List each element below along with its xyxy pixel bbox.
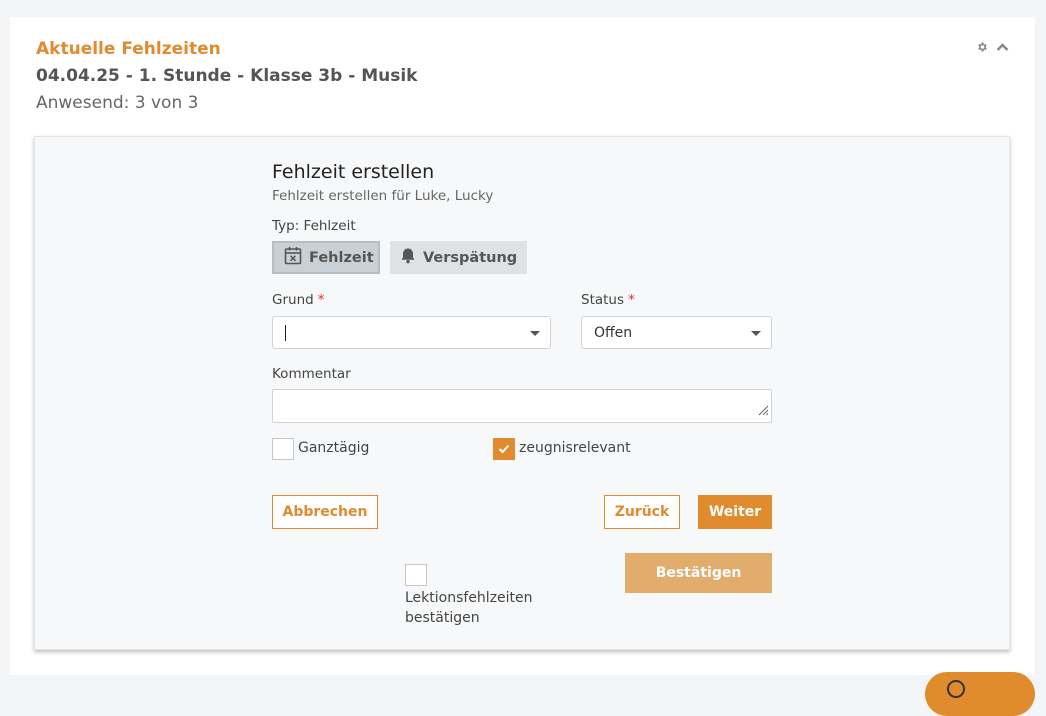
chevron-down-icon	[751, 331, 761, 336]
type-label: Typ: Fehlzeit	[272, 218, 356, 234]
kommentar-textarea[interactable]	[272, 389, 772, 423]
status-value: Offen	[594, 325, 633, 341]
form-title: Fehlzeit erstellen	[272, 161, 435, 183]
type-verspaetung-button[interactable]: Verspätung	[390, 241, 527, 274]
help-chat-button[interactable]	[925, 672, 1035, 716]
form-subtitle: Fehlzeit erstellen für Luke, Lucky	[272, 188, 494, 204]
ganztaegig-label: Ganztägig	[298, 440, 370, 456]
grund-label: Grund *	[272, 292, 325, 308]
zeugnisrelevant-checkbox[interactable]	[493, 438, 515, 460]
card-header-actions	[976, 41, 1009, 53]
type-fehlzeit-label: Fehlzeit	[309, 249, 374, 266]
calendar-x-icon	[284, 246, 302, 269]
confirm-button[interactable]: Bestätigen	[625, 553, 772, 593]
gear-icon[interactable]	[976, 41, 988, 53]
create-absence-panel: Fehlzeit erstellen Fehlzeit erstellen fü…	[34, 136, 1010, 650]
lesson-info: 04.04.25 - 1. Stunde - Klasse 3b - Musik	[36, 66, 418, 86]
chevron-up-icon[interactable]	[996, 42, 1009, 52]
grund-select[interactable]	[272, 316, 551, 349]
bell-icon	[400, 247, 416, 268]
lektionsfehlzeiten-checkbox[interactable]	[405, 564, 427, 586]
help-icon	[947, 680, 965, 698]
grund-required-mark: *	[317, 292, 325, 308]
status-select[interactable]: Offen	[581, 316, 772, 349]
create-absence-form: Fehlzeit erstellen Fehlzeit erstellen fü…	[272, 137, 772, 649]
card-title: Aktuelle Fehlzeiten	[36, 39, 221, 59]
attendance-summary: Anwesend: 3 von 3	[36, 93, 199, 113]
back-button[interactable]: Zurück	[604, 495, 680, 529]
zeugnisrelevant-label: zeugnisrelevant	[519, 440, 631, 456]
type-verspaetung-label: Verspätung	[423, 249, 518, 266]
lektionsfehlzeiten-label: Lektionsfehlzeiten bestätigen	[405, 590, 533, 626]
resize-handle-icon[interactable]	[757, 401, 769, 420]
status-required-mark: *	[628, 292, 635, 308]
text-cursor	[285, 325, 286, 341]
cancel-button[interactable]: Abbrechen	[272, 495, 378, 529]
chevron-down-icon	[530, 331, 540, 336]
kommentar-label: Kommentar	[272, 366, 351, 382]
absence-card: Aktuelle Fehlzeiten 04.04.25 - 1. Stunde…	[10, 17, 1035, 675]
type-fehlzeit-button[interactable]: Fehlzeit	[272, 241, 380, 274]
ganztaegig-checkbox[interactable]	[272, 438, 294, 460]
next-button[interactable]: Weiter	[698, 495, 772, 529]
status-label: Status *	[581, 292, 635, 308]
checkmark-icon	[498, 444, 510, 454]
